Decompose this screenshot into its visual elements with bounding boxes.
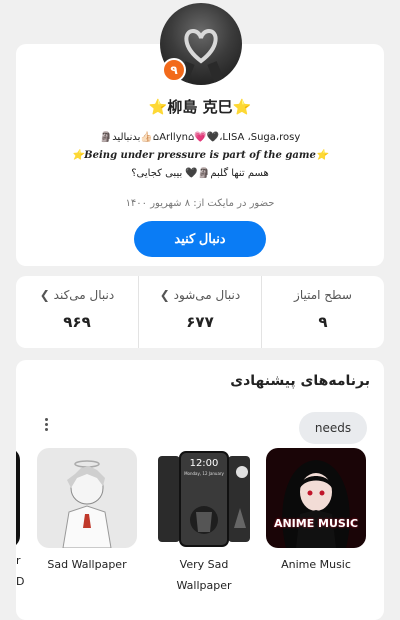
stat-followers[interactable]: ❮ دنبال می‌شود ۶۷۷ [138, 276, 261, 348]
stat-label: دنبال می‌شود [173, 288, 241, 302]
stats-card: ❮ دنبال می‌کند ۹۶۹ ❮ دنبال می‌شود ۶۷۷ سط… [16, 276, 384, 348]
app-icon-art [282, 460, 350, 548]
app-item[interactable]: Sad Wallpaper [37, 448, 137, 575]
chevron-left-icon: ❮ [39, 288, 50, 302]
app-icon: ANIME MUSIC [266, 448, 366, 548]
app-icon: 12:00 Monday, 12 January [154, 448, 254, 548]
stat-label: سطح امتیاز [294, 288, 352, 302]
app-icon-art [16, 448, 20, 548]
stat-following[interactable]: ❮ دنبال می‌کند ۹۶۹ [16, 276, 138, 348]
display-name: ⭐柳島 克巳⭐ [148, 98, 252, 116]
follow-button[interactable]: دنبال کنید [134, 221, 266, 257]
app-icon [16, 448, 20, 548]
app-name: Anime Music [281, 558, 351, 571]
tag-chip[interactable]: needs [299, 412, 367, 444]
app-icon-art [62, 460, 112, 548]
app-name: D [16, 575, 25, 588]
app-name: r [16, 554, 21, 567]
lockscreen-time: 12:00 [189, 458, 219, 469]
bio-line: ⭐Being under pressure is part of the gam… [71, 150, 329, 161]
level-badge: ۹ [162, 58, 186, 82]
app-item[interactable]: 12:00 Monday, 12 January Very Sad Wallpa… [154, 448, 254, 596]
lockscreen-date: Monday, 12 January [184, 471, 224, 476]
join-date: حضور در مایکت از: ۸ شهریور ۱۴۰۰ [125, 198, 275, 209]
stat-value: ۹ [318, 313, 328, 331]
section-title: برنامه‌های پیشنهادی [230, 373, 370, 389]
app-icon [37, 448, 137, 548]
more-vertical-icon[interactable] [42, 416, 50, 436]
bio-line: هسم تنها گلبم🗿🖤 بیبی کجایی؟ [131, 168, 269, 179]
app-item[interactable] [16, 448, 20, 548]
app-item[interactable]: ANIME MUSIC Anime Music [266, 448, 366, 575]
stat-value: ۶۷۷ [186, 313, 214, 331]
chevron-left-icon: ❮ [159, 288, 170, 302]
bio-line: 🗿بدنبالید👍🏻⌂Arllyn⌂💗🖤،LISA ،Suga،rosy [99, 132, 301, 143]
app-name: Very Sad Wallpaper [176, 558, 232, 592]
suggested-apps-card: برنامه‌های پیشنهادی needs r D Sad Wallpa… [16, 360, 384, 620]
app-name: Sad Wallpaper [47, 558, 127, 571]
app-icon-text: ANIME MUSIC [273, 517, 359, 530]
stat-score-level: سطح امتیاز ۹ [261, 276, 384, 348]
stat-value: ۹۶۹ [63, 313, 91, 331]
stat-label: دنبال می‌کند [53, 288, 115, 302]
